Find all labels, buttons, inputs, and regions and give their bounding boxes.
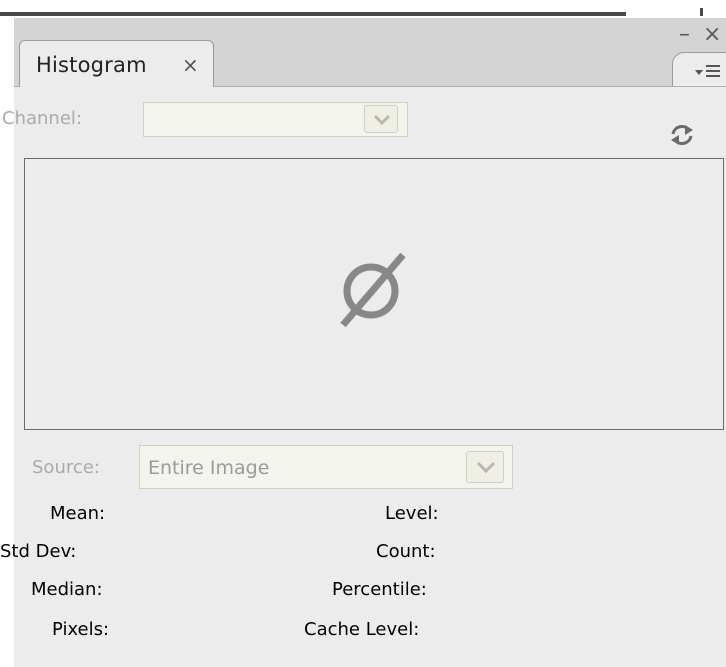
channel-label: Channel: [2, 108, 82, 129]
histogram-panel: Histogram × – × Channel: Source: Entire … [0, 18, 726, 667]
std-dev-label: Std Dev: [0, 541, 77, 562]
chevron-down-icon [476, 461, 496, 474]
minimize-icon[interactable]: – [679, 24, 690, 46]
empty-set-icon [340, 252, 406, 328]
divider-tick [700, 8, 703, 16]
panel-menu-icon [695, 65, 720, 77]
source-select[interactable]: Entire Image [139, 445, 513, 489]
cache-level-label: Cache Level: [304, 619, 420, 640]
level-label: Level: [385, 503, 439, 524]
close-icon[interactable]: × [703, 24, 721, 46]
pixels-label: Pixels: [52, 619, 110, 640]
percentile-label: Percentile: [332, 579, 427, 600]
source-label: Source: [32, 457, 100, 478]
channel-dropdown-button[interactable] [364, 105, 398, 133]
source-dropdown-button[interactable] [466, 451, 504, 483]
channel-select[interactable] [143, 102, 408, 137]
chevron-down-icon [373, 114, 391, 126]
tab-strip: Histogram × – × [14, 18, 726, 87]
tab-histogram[interactable]: Histogram × [19, 40, 214, 87]
divider-line [0, 12, 622, 16]
tab-label: Histogram [36, 53, 147, 77]
tab-close-icon[interactable]: × [182, 53, 199, 77]
source-value: Entire Image [148, 457, 270, 479]
median-label: Median: [31, 579, 103, 600]
mean-label: Mean: [50, 503, 106, 524]
divider-tick [622, 12, 626, 16]
panel-menu-button[interactable] [672, 52, 726, 86]
refresh-icon[interactable] [668, 122, 696, 148]
count-label: Count: [376, 541, 436, 562]
histogram-display [24, 158, 724, 430]
top-divider [0, 0, 726, 18]
